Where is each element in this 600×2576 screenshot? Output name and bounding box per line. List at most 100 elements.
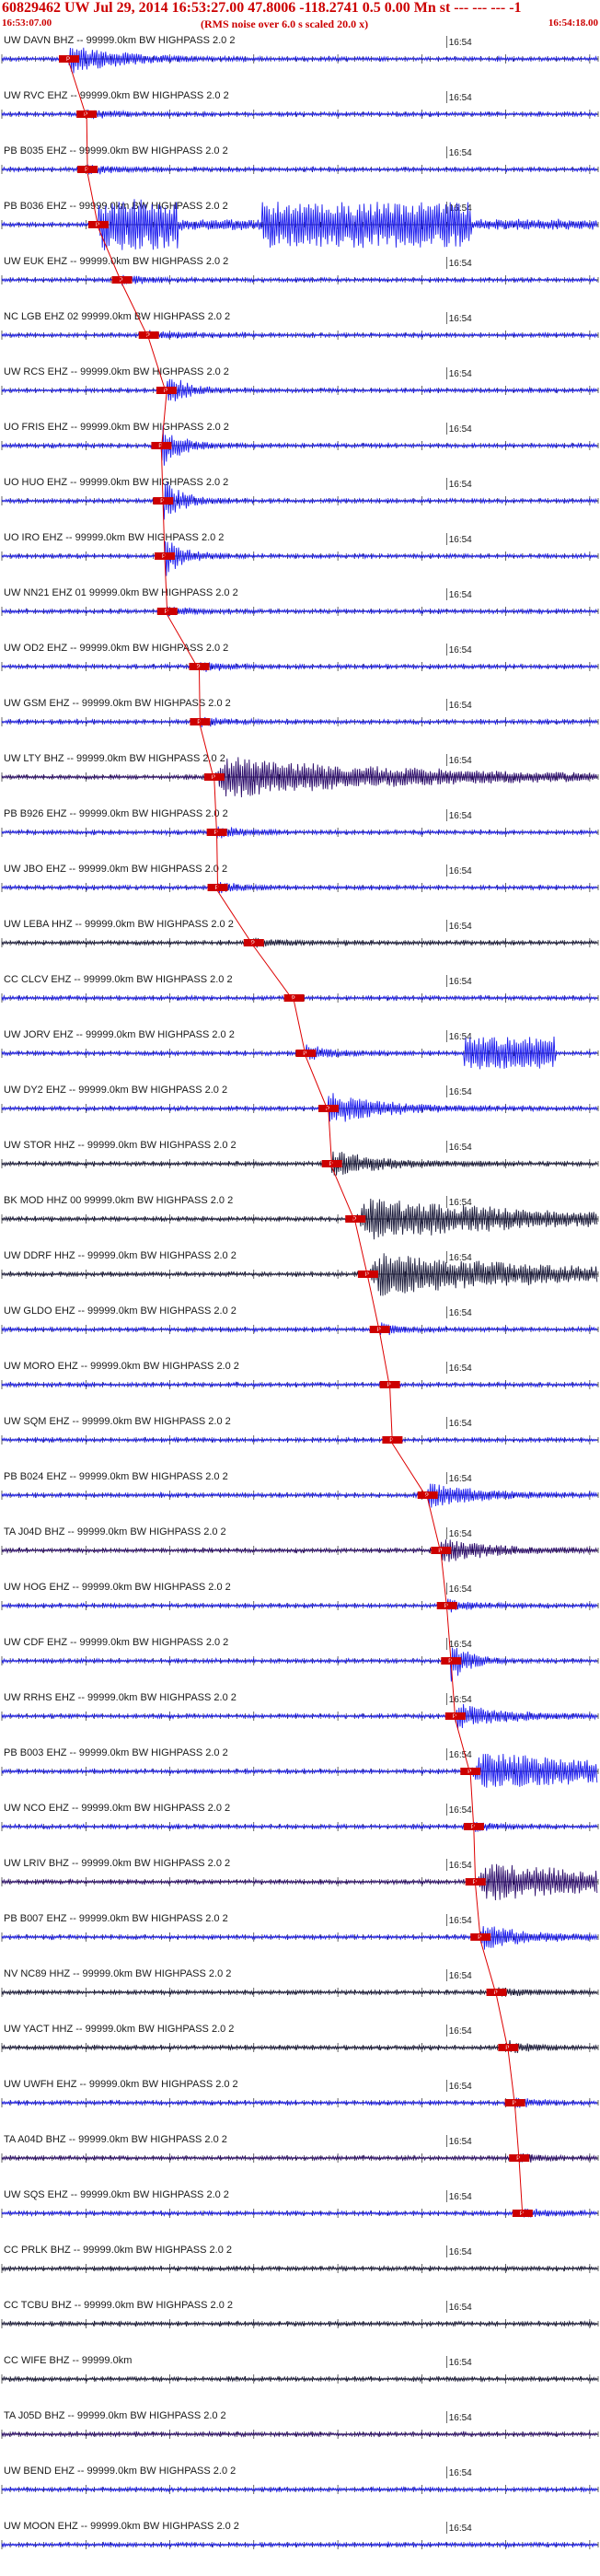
trace-row: UW GLDO EHZ -- 99999.0km BW HIGHPASS 2.0… bbox=[1, 1305, 599, 1336]
minute-marker-label: 16:54 bbox=[449, 701, 472, 711]
waveform bbox=[1, 2430, 598, 2438]
trace-row: UW OD2 EHZ -- 99999.0km BW HIGHPASS 2.0 … bbox=[1, 643, 599, 672]
trace-row: UO FRIS EHZ -- 99999.0km BW HIGHPASS 2.0… bbox=[1, 422, 599, 466]
trace-label: UW DY2 EHZ -- 99999.0km BW HIGHPASS 2.0 … bbox=[4, 1085, 227, 1096]
trace-row: UW UWFH EHZ -- 99999.0km BW HIGHPASS 2.0… bbox=[1, 2079, 599, 2109]
waveform bbox=[1, 1821, 598, 1832]
trace-label: UW CDF EHZ -- 99999.0km BW HIGHPASS 2.0 … bbox=[4, 1637, 228, 1648]
trace-label: BK MOD HHZ 00 99999.0km BW HIGHPASS 2.0 … bbox=[4, 1195, 233, 1206]
trace-row: CC CLCV EHZ -- 99999.0km BW HIGHPASS 2.0… bbox=[1, 974, 599, 1003]
waveform bbox=[1, 1093, 598, 1122]
minute-marker-label: 16:54 bbox=[449, 866, 472, 876]
minute-marker-label: 16:54 bbox=[449, 1308, 472, 1318]
waveform bbox=[1, 937, 598, 948]
trace-label: UW UWFH EHZ -- 99999.0km BW HIGHPASS 2.0… bbox=[4, 2079, 238, 2090]
trace-row: PB B024 EHZ -- 99999.0km BW HIGHPASS 2.0… bbox=[1, 1471, 599, 1508]
minute-marker-label: 16:54 bbox=[449, 590, 472, 600]
trace-row: UO IRO EHZ -- 99999.0km BW HIGHPASS 2.0 … bbox=[1, 532, 599, 576]
trace-row: UW GSM EHZ -- 99999.0km BW HIGHPASS 2.0 … bbox=[1, 698, 599, 727]
minute-marker-label: 16:54 bbox=[449, 645, 472, 656]
waveform bbox=[1, 47, 598, 74]
trace-row: PB B926 EHZ -- 99999.0km BW HIGHPASS 2.0… bbox=[1, 808, 599, 839]
trace-row: UW LTY BHZ -- 99999.0km BW HIGHPASS 2.0 … bbox=[1, 753, 599, 798]
pick-marker-label: P bbox=[453, 1714, 456, 1720]
trace-row: UW RVC EHZ -- 99999.0km BW HIGHPASS 2.0 … bbox=[1, 90, 599, 120]
trace-row: PB B035 EHZ -- 99999.0km BW HIGHPASS 2.0… bbox=[1, 145, 599, 175]
minute-marker-label: 16:54 bbox=[449, 2358, 472, 2368]
minute-marker-label: 16:54 bbox=[449, 1032, 472, 1042]
minute-marker-label: 16:54 bbox=[449, 535, 472, 545]
trace-row: TA A04D BHZ -- 99999.0km BW HIGHPASS 2.0… bbox=[1, 2134, 599, 2163]
minute-marker-label: 16:54 bbox=[449, 2524, 472, 2534]
end-time: 16:54:18.00 bbox=[548, 17, 598, 29]
minute-marker-label: 16:54 bbox=[449, 2137, 472, 2147]
waveform bbox=[1, 662, 598, 672]
minute-marker-label: 16:54 bbox=[449, 2192, 472, 2202]
waveform bbox=[1, 606, 598, 617]
minute-marker-label: 16:54 bbox=[449, 977, 472, 987]
trace-label: UW BEND EHZ -- 99999.0km BW HIGHPASS 2.0… bbox=[4, 2466, 236, 2477]
waveform bbox=[1, 1753, 598, 1788]
trace-label: UO FRIS EHZ -- 99999.0km BW HIGHPASS 2.0… bbox=[4, 422, 229, 433]
trace-row: UW JORV EHZ -- 99999.0km BW HIGHPASS 2.0… bbox=[1, 1029, 599, 1070]
minute-marker-label: 16:54 bbox=[449, 1805, 472, 1816]
minute-marker-label: 16:54 bbox=[449, 369, 472, 379]
trace-label: UW RRHS EHZ -- 99999.0km BW HIGHPASS 2.0… bbox=[4, 1692, 237, 1703]
trace-label: UW RVC EHZ -- 99999.0km BW HIGHPASS 2.0 … bbox=[4, 90, 229, 101]
waveform bbox=[1, 1436, 598, 1444]
waveform bbox=[1, 1647, 598, 1682]
start-time: 16:53:07.00 bbox=[2, 17, 52, 29]
trace-label: TA J04D BHZ -- 99999.0km BW HIGHPASS 2.0… bbox=[4, 1526, 226, 1537]
scaling-note: (RMS noise over 6.0 s scaled 20.0 x) bbox=[201, 17, 369, 30]
trace-label: UW MOON EHZ -- 99999.0km BW HIGHPASS 2.0… bbox=[4, 2521, 239, 2532]
pick-marker-label: P bbox=[66, 57, 70, 63]
trace-label: NV NC89 HHZ -- 99999.0km BW HIGHPASS 2.0… bbox=[4, 1968, 231, 1979]
minute-marker-label: 16:54 bbox=[449, 424, 472, 435]
trace-label: UW MORO EHZ -- 99999.0km BW HIGHPASS 2.0… bbox=[4, 1361, 239, 1372]
trace-row: CC PRLK BHZ -- 99999.0km BW HIGHPASS 2.0… bbox=[1, 2245, 599, 2273]
trace-row: NC LGB EHZ 02 99999.0km BW HIGHPASS 2.0 … bbox=[1, 311, 599, 340]
trace-row: UW SQS EHZ -- 99999.0km BW HIGHPASS 2.0 … bbox=[1, 2189, 599, 2218]
trace-label: NC LGB EHZ 02 99999.0km BW HIGHPASS 2.0 … bbox=[4, 311, 230, 322]
trace-row: UO HUO EHZ -- 99999.0km BW HIGHPASS 2.0 … bbox=[1, 477, 599, 520]
trace-label: UW JBO EHZ -- 99999.0km BW HIGHPASS 2.0 … bbox=[4, 864, 227, 875]
trace-row: UW HOG EHZ -- 99999.0km BW HIGHPASS 2.0 … bbox=[1, 1582, 599, 1613]
minute-marker-label: 16:54 bbox=[449, 1971, 472, 1981]
trace-label: UW LRIV BHZ -- 99999.0km BW HIGHPASS 2.0… bbox=[4, 1858, 230, 1869]
trace-label: PB B035 EHZ -- 99999.0km BW HIGHPASS 2.0… bbox=[4, 145, 228, 157]
waveform bbox=[1, 716, 598, 727]
trace-label: UW DDRF HHZ -- 99999.0km BW HIGHPASS 2.0… bbox=[4, 1250, 237, 1261]
waveform bbox=[1, 2375, 598, 2383]
trace-label: TA A04D BHZ -- 99999.0km BW HIGHPASS 2.0… bbox=[4, 2134, 227, 2145]
minute-marker-label: 16:54 bbox=[449, 1363, 472, 1374]
waveform bbox=[1, 330, 598, 340]
minute-marker-label: 16:54 bbox=[449, 1584, 472, 1595]
plot-header: 60829462 UW Jul 29, 2014 16:53:27.00 47.… bbox=[0, 0, 600, 31]
trace-label: PB B007 EHZ -- 99999.0km BW HIGHPASS 2.0… bbox=[4, 1913, 228, 1924]
trace-label: UW NCO EHZ -- 99999.0km BW HIGHPASS 2.0 … bbox=[4, 1803, 230, 1814]
trace-label: UW LEBA HHZ -- 99999.0km BW HIGHPASS 2.0… bbox=[4, 919, 234, 930]
minute-marker-label: 16:54 bbox=[449, 1529, 472, 1539]
seismogram-chart: UW DAVN BHZ -- 99999.0km BW HIGHPASS 2.0… bbox=[1, 35, 599, 2549]
trace-label: UW OD2 EHZ -- 99999.0km BW HIGHPASS 2.0 … bbox=[4, 643, 228, 654]
trace-row: UW RCS EHZ -- 99999.0km BW HIGHPASS 2.0 … bbox=[1, 366, 599, 401]
trace-row: UW SQM EHZ -- 99999.0km BW HIGHPASS 2.0 … bbox=[1, 1416, 599, 1445]
trace-row: PB B003 EHZ -- 99999.0km BW HIGHPASS 2.0… bbox=[1, 1747, 599, 1788]
minute-marker-label: 16:54 bbox=[449, 1695, 472, 1705]
waveform bbox=[1, 540, 598, 576]
trace-label: PB B926 EHZ -- 99999.0km BW HIGHPASS 2.0… bbox=[4, 808, 228, 819]
minute-marker-label: 16:54 bbox=[449, 1474, 472, 1484]
waveform bbox=[1, 1863, 598, 1901]
trace-label: UW JORV EHZ -- 99999.0km BW HIGHPASS 2.0… bbox=[4, 1029, 235, 1040]
trace-label: CC CLCV EHZ -- 99999.0km BW HIGHPASS 2.0… bbox=[4, 974, 233, 985]
trace-row: NV NC89 HHZ -- 99999.0km BW HIGHPASS 2.0… bbox=[1, 1968, 599, 1997]
minute-marker-label: 16:54 bbox=[449, 922, 472, 932]
event-title: 60829462 UW Jul 29, 2014 16:53:27.00 47.… bbox=[2, 0, 522, 16]
trace-label: UW RCS EHZ -- 99999.0km BW HIGHPASS 2.0 … bbox=[4, 366, 229, 377]
waveform bbox=[1, 882, 598, 894]
trace-row: UW RRHS EHZ -- 99999.0km BW HIGHPASS 2.0… bbox=[1, 1692, 599, 1729]
waveform bbox=[1, 1151, 598, 1176]
trace-row: BK MOD HHZ 00 99999.0km BW HIGHPASS 2.0 … bbox=[1, 1195, 599, 1240]
trace-row: UW MOON EHZ -- 99999.0km BW HIGHPASS 2.0… bbox=[1, 2521, 599, 2549]
trace-row: UW DY2 EHZ -- 99999.0km BW HIGHPASS 2.0 … bbox=[1, 1085, 599, 1122]
